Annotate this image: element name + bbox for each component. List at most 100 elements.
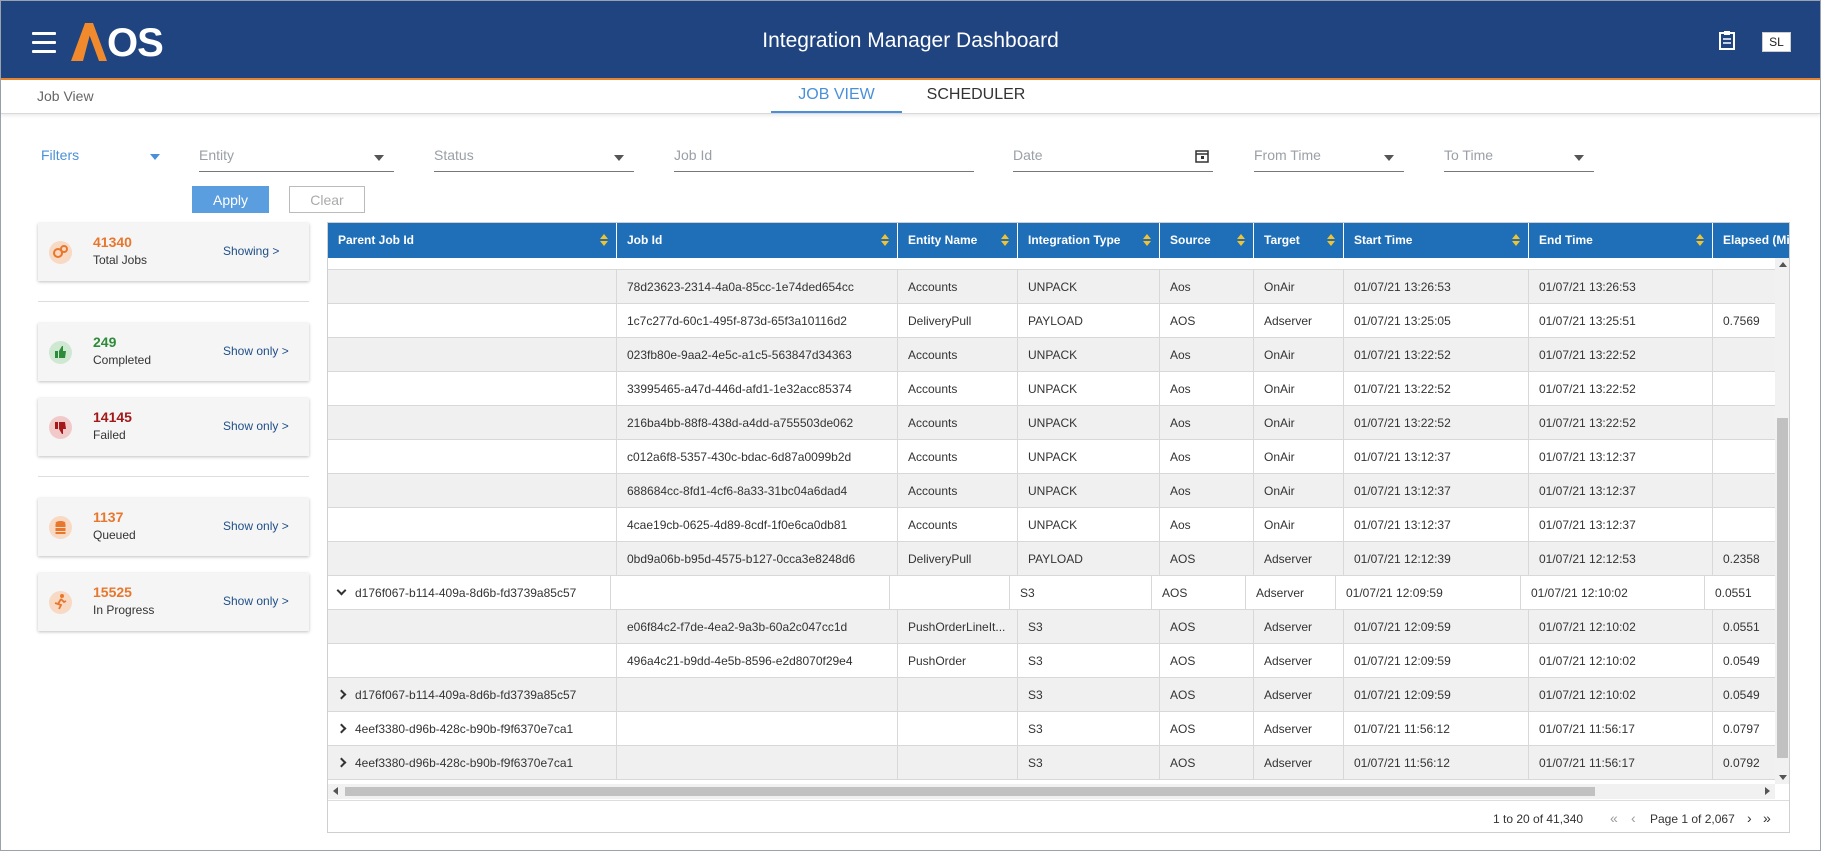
scroll-thumb[interactable] (345, 787, 1595, 796)
horizontal-scrollbar[interactable] (328, 784, 1775, 799)
column-header-entity-name[interactable]: Entity Name (898, 223, 1018, 258)
table-row[interactable]: 1c7c277d-60c1-495f-873d-65f3a10116d2 Deli… (328, 304, 1775, 338)
cell-text: 688684cc-8fd1-4cf6-8a33-31bc04a6dad4 (627, 484, 848, 498)
showing-link[interactable]: Showing > (223, 244, 279, 258)
chevron-right-icon[interactable] (336, 757, 347, 768)
cell-entity-name: Accounts (898, 406, 1018, 440)
chevron-right-icon[interactable] (336, 689, 347, 700)
show-only-link[interactable]: Show only > (223, 519, 289, 533)
cell-text: Accounts (908, 416, 958, 430)
scroll-down-icon[interactable] (1779, 775, 1787, 780)
cell-text: Adserver (1264, 552, 1313, 566)
filters-chevron-icon[interactable] (150, 154, 160, 160)
cell-text: UNPACK (1028, 280, 1078, 294)
sort-icon[interactable] (600, 234, 608, 248)
prev-page-icon[interactable]: ‹ (1631, 811, 1636, 825)
cell-end-time: 01/07/21 13:12:37 (1529, 440, 1713, 474)
cell-source: AOS (1160, 712, 1254, 746)
date-input[interactable]: Date (1013, 143, 1213, 172)
column-header-start-time[interactable]: Start Time (1344, 223, 1529, 258)
table-row[interactable]: 4cae19cb-0625-4d89-8cdf-1f0e6ca0db81 Acco… (328, 508, 1775, 542)
sort-icon[interactable] (1143, 234, 1151, 248)
cell-end-time: 01/07/21 13:25:51 (1529, 304, 1713, 338)
user-avatar[interactable]: SL (1762, 32, 1791, 52)
next-page-icon[interactable]: › (1747, 811, 1752, 825)
show-only-link[interactable]: Show only > (223, 344, 289, 358)
tab-job-view[interactable]: JOB VIEW (771, 86, 902, 113)
table-row[interactable]: d176f067-b114-409a-8d6b-fd3739a85c57 S3 AO… (328, 576, 1775, 610)
table-row[interactable]: e06f84c2-f7de-4ea2-9a3b-60a2c047cc1d Push… (328, 610, 1775, 644)
grid-header: Parent Job Id Job Id Entity Name Integratio… (328, 223, 1789, 258)
sort-icon[interactable] (1696, 234, 1704, 248)
cell-integration-type: UNPACK (1018, 372, 1160, 406)
filters-toggle[interactable]: Filters (41, 147, 79, 163)
table-row[interactable]: 4eef3380-d96b-428c-b90b-f9f6370e7ca1 S3 AO… (328, 712, 1775, 746)
tab-scheduler[interactable]: SCHEDULER (921, 86, 1031, 113)
sort-icon[interactable] (1237, 234, 1245, 248)
table-row[interactable]: 33995465-a47d-446d-afd1-1e32acc85374 Acco… (328, 372, 1775, 406)
cell-source: Aos (1160, 372, 1254, 406)
cell-job-id: 33995465-a47d-446d-afd1-1e32acc85374 (617, 372, 898, 406)
column-header-label: Source (1170, 233, 1211, 247)
cell-job-id (609, 576, 890, 610)
column-header-elapsed[interactable]: Elapsed (Min (1713, 223, 1789, 258)
sort-icon[interactable] (881, 234, 889, 248)
show-only-link[interactable]: Show only > (223, 594, 289, 608)
column-header-job-id[interactable]: Job Id (617, 223, 898, 258)
sort-icon[interactable] (1512, 234, 1520, 248)
status-select[interactable]: Status (434, 143, 634, 172)
column-header-target[interactable]: Target (1254, 223, 1344, 258)
column-header-integration-type[interactable]: Integration Type (1018, 223, 1160, 258)
scroll-right-icon[interactable] (1765, 787, 1770, 795)
chevron-right-icon[interactable] (336, 723, 347, 734)
cell-entity-name (898, 746, 1018, 780)
cell-text: PAYLOAD (1028, 552, 1083, 566)
entity-select[interactable]: Entity (199, 143, 394, 172)
cell-parent-job-id: 4eef3380-d96b-428c-b90b-f9f6370e7ca1 (328, 746, 617, 780)
scroll-up-icon[interactable] (1779, 262, 1787, 267)
sort-icon[interactable] (1327, 234, 1335, 248)
table-row[interactable]: 4eef3380-d96b-428c-b90b-f9f6370e7ca1 S3 AO… (328, 746, 1775, 780)
table-row[interactable]: c012a6f8-5357-430c-bdac-6d87a0099b2d Acco… (328, 440, 1775, 474)
show-only-link[interactable]: Show only > (223, 419, 289, 433)
column-header-source[interactable]: Source (1160, 223, 1254, 258)
cell-text: 0.0551 (1723, 620, 1760, 634)
table-row[interactable]: 688684cc-8fd1-4cf6-8a33-31bc04a6dad4 Acco… (328, 474, 1775, 508)
table-row[interactable]: 0bd9a06b-b95d-4575-b127-0cca3e8248d6 Deli… (328, 542, 1775, 576)
calendar-icon[interactable] (1195, 149, 1209, 163)
cell-text: AOS (1170, 688, 1196, 702)
scroll-left-icon[interactable] (333, 787, 338, 795)
cell-entity-name: Accounts (898, 508, 1018, 542)
sort-icon[interactable] (1001, 234, 1009, 248)
cell-text: UNPACK (1028, 518, 1078, 532)
cell-entity-name: PushOrderLineIt... (898, 610, 1018, 644)
cell-start-time: 01/07/21 13:12:37 (1344, 508, 1529, 542)
jobs-grid: Parent Job Id Job Id Entity Name Integratio… (327, 222, 1790, 833)
column-header-end-time[interactable]: End Time (1529, 223, 1713, 258)
cell-job-id: 0bd9a06b-b95d-4575-b127-0cca3e8248d6 (617, 542, 898, 576)
vertical-scrollbar[interactable] (1775, 258, 1789, 784)
clear-button[interactable]: Clear (289, 186, 365, 213)
scroll-thumb[interactable] (1777, 418, 1788, 758)
divider (38, 301, 309, 302)
clipboard-icon[interactable] (1719, 30, 1735, 50)
apply-button[interactable]: Apply (192, 186, 269, 213)
table-row[interactable]: 023fb80e-9aa2-4e5c-a1c5-563847d34363 Acco… (328, 338, 1775, 372)
cell-text: 0.0551 (1715, 586, 1752, 600)
table-row[interactable]: d176f067-b114-409a-8d6b-fd3739a85c57 S3 AO… (328, 678, 1775, 712)
from-time-select[interactable]: From Time (1254, 143, 1404, 172)
table-row[interactable]: 78d23623-2314-4a0a-85cc-1e74ded654cc Acco… (328, 270, 1775, 304)
cell-parent-job-id (328, 542, 617, 576)
job-id-input[interactable]: Job Id (674, 143, 974, 172)
table-row[interactable]: 496a4c21-b9dd-4e5b-8596-e2d8070f29e4 Push… (328, 644, 1775, 678)
table-row[interactable]: 216ba4bb-88f8-438d-a4dd-a755503de062 Acco… (328, 406, 1775, 440)
cell-target: Adserver (1254, 644, 1344, 678)
cell-elapsed: 0.0797 (1713, 712, 1775, 746)
first-page-icon[interactable]: « (1610, 811, 1618, 825)
column-header-label: Job Id (627, 233, 663, 247)
last-page-icon[interactable]: » (1763, 811, 1771, 825)
chevron-down-icon[interactable] (336, 585, 347, 596)
column-header-parent-job-id[interactable]: Parent Job Id (328, 223, 617, 258)
cell-elapsed (1713, 508, 1775, 542)
to-time-select[interactable]: To Time (1444, 143, 1594, 172)
